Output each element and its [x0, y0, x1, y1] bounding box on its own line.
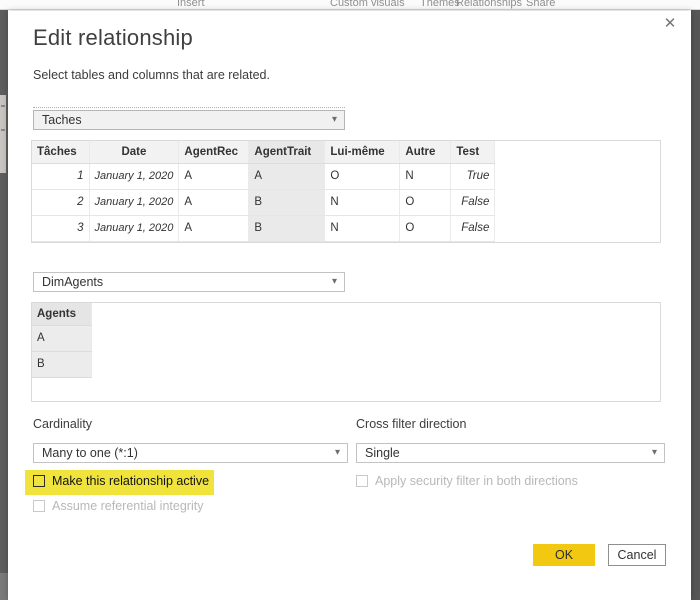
table2-header-row: Agents	[32, 303, 91, 325]
cell[interactable]: O	[400, 189, 451, 215]
assume-referential-integrity-checkbox	[33, 500, 45, 512]
cell[interactable]: N	[325, 189, 400, 215]
cell[interactable]: O	[325, 163, 400, 189]
column-header-test[interactable]: Test	[451, 141, 495, 163]
cardinality-value: Many to one (*:1)	[42, 446, 138, 460]
cell[interactable]: A	[179, 163, 249, 189]
cell[interactable]: January 1, 2020	[89, 189, 179, 215]
cross-filter-value: Single	[365, 446, 400, 460]
table-row: B	[32, 351, 91, 377]
cardinality-label: Cardinality	[33, 417, 92, 431]
chevron-down-icon: ▾	[332, 111, 337, 129]
cell[interactable]: True	[451, 163, 495, 189]
backdrop-tick	[1, 129, 5, 131]
cell[interactable]: False	[451, 215, 495, 241]
page-title: Edit relationship	[33, 25, 193, 51]
column-header-taches[interactable]: Tâches	[32, 141, 89, 163]
make-relationship-active-checkbox[interactable]	[33, 475, 45, 487]
column-header-date[interactable]: Date	[89, 141, 179, 163]
column-header-agents[interactable]: Agents	[32, 303, 91, 325]
column-header-luimeme[interactable]: Lui-même	[325, 141, 400, 163]
screen: Insert Custom visuals Themes Relationshi…	[0, 0, 700, 600]
table2-select-dropdown[interactable]: DimAgents ▾	[33, 272, 345, 292]
column-header-agenttrait[interactable]: AgentTrait	[249, 141, 325, 163]
apply-security-filter-checkbox	[356, 475, 368, 487]
cell[interactable]: January 1, 2020	[89, 163, 179, 189]
cell[interactable]: A	[179, 189, 249, 215]
ribbon-item-insert: Insert	[177, 0, 205, 9]
apply-security-filter-row: Apply security filter in both directions	[356, 474, 578, 488]
cell[interactable]: 1	[32, 163, 89, 189]
cell[interactable]: N	[400, 163, 451, 189]
table1: Tâches Date AgentRec AgentTrait Lui-même…	[32, 141, 495, 242]
cell[interactable]: N	[325, 215, 400, 241]
ribbon-item-relationships: Relationships	[456, 0, 522, 9]
assume-referential-integrity-label: Assume referential integrity	[52, 499, 203, 513]
table2-preview: Agents A B	[31, 302, 661, 402]
cell[interactable]: False	[451, 189, 495, 215]
make-relationship-active-row: Make this relationship active	[33, 474, 209, 488]
backdrop-tick	[1, 105, 5, 107]
backdrop-left-bottom	[0, 573, 8, 600]
table2: Agents A B	[32, 303, 92, 378]
cardinality-dropdown[interactable]: Many to one (*:1) ▾	[33, 443, 348, 463]
table2-select-value: DimAgents	[42, 275, 103, 289]
cell[interactable]: 3	[32, 215, 89, 241]
backdrop-left-panel	[0, 95, 6, 173]
cell[interactable]: O	[400, 215, 451, 241]
column-header-autre[interactable]: Autre	[400, 141, 451, 163]
cell[interactable]: A	[32, 325, 91, 351]
cell[interactable]: B	[249, 215, 325, 241]
cell[interactable]: B	[249, 189, 325, 215]
chevron-down-icon: ▾	[335, 444, 340, 462]
table1-select-value: Taches	[42, 113, 82, 127]
table-row: 3 January 1, 2020 A B N O False	[32, 215, 495, 241]
cross-filter-label: Cross filter direction	[356, 417, 466, 431]
table-row: 2 January 1, 2020 A B N O False	[32, 189, 495, 215]
ribbon-item-custom-visuals: Custom visuals	[330, 0, 405, 9]
cell[interactable]: B	[32, 351, 91, 377]
chevron-down-icon: ▾	[332, 273, 337, 291]
ok-button[interactable]: OK	[533, 544, 595, 566]
close-icon[interactable]: ✕	[659, 13, 681, 35]
table1-preview: Tâches Date AgentRec AgentTrait Lui-même…	[31, 140, 661, 243]
table1-select-dropdown[interactable]: Taches ▾	[33, 110, 345, 130]
table1-header-row: Tâches Date AgentRec AgentTrait Lui-même…	[32, 141, 495, 163]
ribbon-item-share: Share	[526, 0, 555, 9]
apply-security-filter-label: Apply security filter in both directions	[375, 474, 578, 488]
column-header-agentrec[interactable]: AgentRec	[179, 141, 249, 163]
backdrop-right-strip	[691, 10, 700, 600]
backdrop-left-strip	[0, 10, 8, 600]
cross-filter-dropdown[interactable]: Single ▾	[356, 443, 665, 463]
assume-referential-integrity-row: Assume referential integrity	[33, 499, 203, 513]
cell[interactable]: A	[249, 163, 325, 189]
cell[interactable]: A	[179, 215, 249, 241]
edit-relationship-dialog: ✕ Edit relationship Select tables and co…	[8, 11, 691, 600]
cancel-button[interactable]: Cancel	[608, 544, 666, 566]
background-ribbon: Insert Custom visuals Themes Relationshi…	[0, 0, 700, 10]
chevron-down-icon: ▾	[652, 444, 657, 462]
make-relationship-active-label: Make this relationship active	[52, 474, 209, 488]
table-row: A	[32, 325, 91, 351]
cell[interactable]: January 1, 2020	[89, 215, 179, 241]
cell[interactable]: 2	[32, 189, 89, 215]
ribbon-item-themes: Themes	[420, 0, 460, 9]
table-row: 1 January 1, 2020 A A O N True	[32, 163, 495, 189]
dialog-subtitle: Select tables and columns that are relat…	[33, 68, 270, 82]
